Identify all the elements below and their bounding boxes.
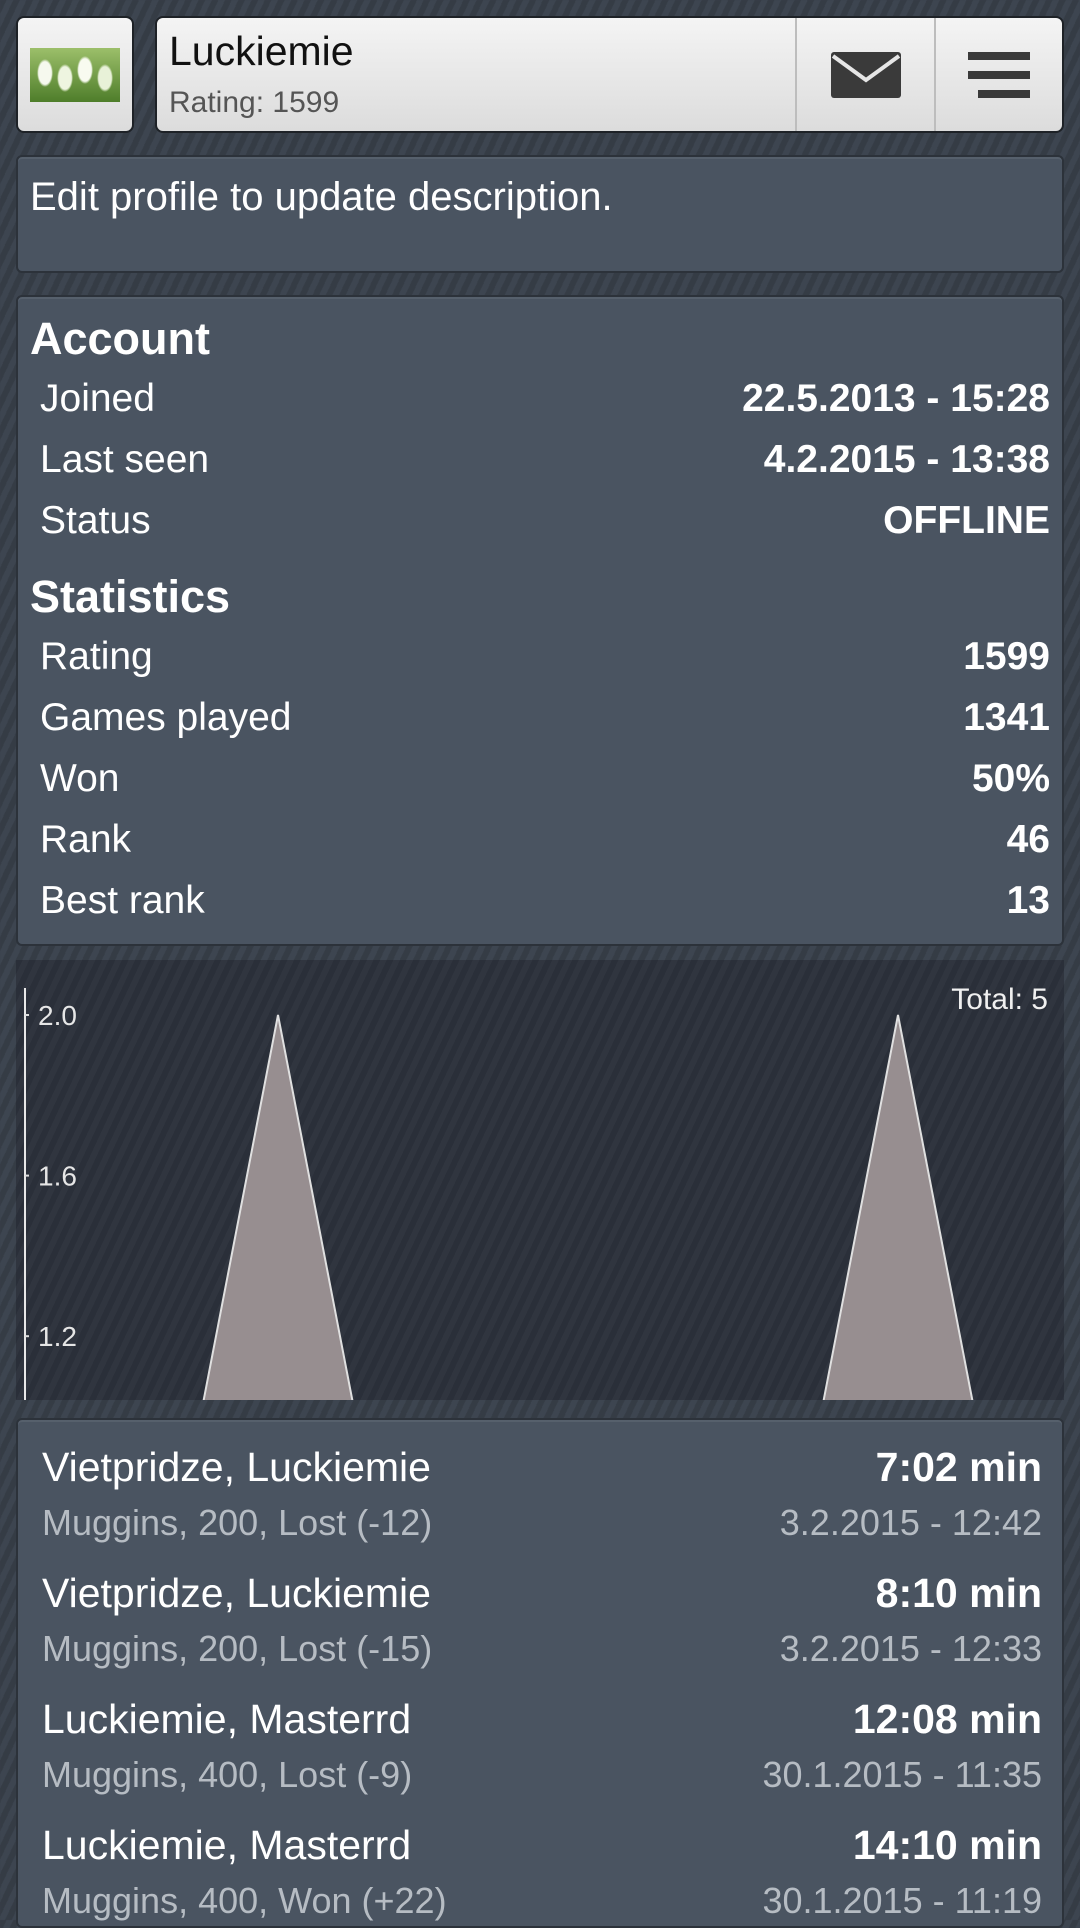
account-row-last-seen: Last seen 4.2.2015 - 13:38 <box>40 438 1050 482</box>
row-value: 22.5.2013 - 15:28 <box>742 377 1050 420</box>
game-duration: 8:10 min <box>875 1570 1042 1616</box>
stat-row-best-rank: Best rank 13 <box>40 879 1050 923</box>
username: Luckiemie <box>169 28 354 74</box>
game-info: Muggins, 200, Lost (-12) <box>42 1502 433 1543</box>
game-players: Vietpridze, Luckiemie <box>42 1444 431 1490</box>
row-value: OFFLINE <box>883 499 1050 542</box>
game-date: 3.2.2015 - 12:42 <box>779 1502 1042 1543</box>
game-players: Luckiemie, Masterrd <box>42 1822 412 1868</box>
game-duration: 7:02 min <box>875 1444 1042 1490</box>
avatar-button[interactable] <box>16 16 134 133</box>
chart-total-label: Total: 5 <box>951 983 1048 1016</box>
game-info: Muggins, 200, Lost (-15) <box>42 1628 433 1669</box>
game-duration: 12:08 min <box>852 1696 1042 1742</box>
row-label: Status <box>40 499 151 542</box>
game-list-item[interactable]: Luckiemie, Masterrd 14:10 min Muggins, 400… <box>42 1822 1042 1926</box>
games-chart: 2.01.61.20.80.429.1.30.1.31.1.1.2.2.2.3.… <box>16 960 1064 1860</box>
row-value: 1599 <box>963 635 1050 678</box>
y-tick-label: 2.0 <box>38 1000 77 1031</box>
game-date: 30.1.2015 - 11:35 <box>762 1754 1042 1795</box>
row-label: Rating <box>40 635 153 678</box>
stat-row-games-played: Games played 1341 <box>40 696 1050 740</box>
row-value: 46 <box>1006 818 1050 861</box>
game-duration: 14:10 min <box>852 1822 1042 1868</box>
menu-button[interactable] <box>934 18 1062 131</box>
row-label: Games played <box>40 696 292 739</box>
row-value: 1341 <box>963 696 1050 739</box>
statistics-heading: Statistics <box>30 571 231 622</box>
account-row-status: Status OFFLINE <box>40 499 1050 543</box>
profile-description: Edit profile to update description. <box>30 175 613 219</box>
header-rating: Rating: 1599 <box>169 86 340 119</box>
row-label: Rank <box>40 818 132 861</box>
row-label: Best rank <box>40 879 205 922</box>
game-players: Luckiemie, Masterrd <box>42 1696 412 1742</box>
chart-area <box>203 1015 973 1400</box>
game-date: 30.1.2015 - 11:19 <box>762 1880 1042 1921</box>
avatar <box>30 48 120 102</box>
row-value: 4.2.2015 - 13:38 <box>763 438 1050 481</box>
game-info: Muggins, 400, Won (+22) <box>42 1880 447 1921</box>
row-label: Won <box>40 757 120 800</box>
profile-header: Luckiemie Rating: 1599 <box>155 16 1064 133</box>
y-tick-label: 1.2 <box>38 1321 77 1352</box>
game-date: 3.2.2015 - 12:33 <box>779 1628 1042 1669</box>
row-label: Joined <box>40 377 155 420</box>
stat-row-won: Won 50% <box>40 757 1050 801</box>
game-list-item[interactable]: Vietpridze, Luckiemie 8:10 min Muggins, 20… <box>42 1570 1042 1696</box>
message-button[interactable] <box>795 18 934 131</box>
row-value: 50% <box>971 757 1050 800</box>
account-row-joined: Joined 22.5.2013 - 15:28 <box>40 377 1050 421</box>
game-players: Vietpridze, Luckiemie <box>42 1570 431 1616</box>
stat-row-rating: Rating 1599 <box>40 635 1050 679</box>
game-list-item[interactable]: Luckiemie, Masterrd 12:08 min Muggins, 400… <box>42 1696 1042 1822</box>
game-info: Muggins, 400, Lost (-9) <box>42 1754 413 1795</box>
games-list: Vietpridze, Luckiemie 7:02 min Muggins, 20… <box>16 1418 1064 1928</box>
mail-icon <box>830 51 901 98</box>
row-label: Last seen <box>40 438 210 481</box>
account-heading: Account <box>30 313 210 364</box>
y-tick-label: 1.6 <box>38 1161 77 1192</box>
description-panel[interactable]: Edit profile to update description. <box>16 155 1064 273</box>
account-panel: Account Joined 22.5.2013 - 15:28 Last see… <box>16 295 1064 946</box>
stat-row-rank: Rank 46 <box>40 818 1050 862</box>
game-list-item[interactable]: Vietpridze, Luckiemie 7:02 min Muggins, 20… <box>42 1444 1042 1570</box>
row-value: 13 <box>1006 879 1050 922</box>
chart-svg: 2.01.61.20.80.429.1.30.1.31.1.1.2.2.2.3.… <box>24 983 1064 1860</box>
menu-icon <box>968 51 1030 98</box>
